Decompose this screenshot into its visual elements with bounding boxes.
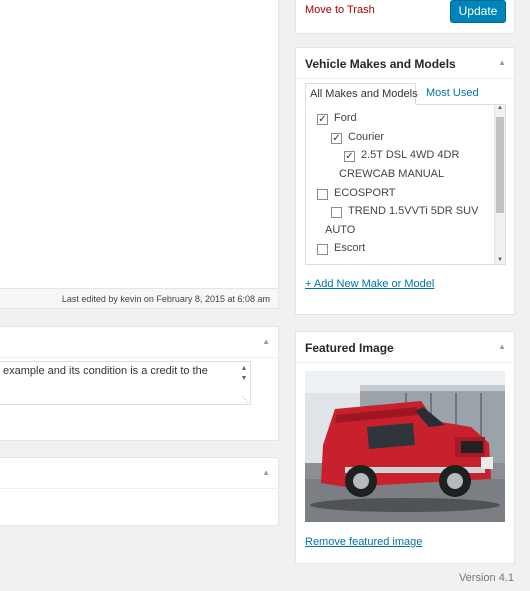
term-label: Ford: [334, 112, 357, 124]
metabox-panel: ▲: [0, 457, 279, 526]
resize-grip-icon[interactable]: ⋱: [242, 396, 249, 404]
checkbox[interactable]: [317, 189, 328, 200]
featured-image-panel: Featured Image ▲ Remove featured image: [295, 331, 515, 564]
featured-image-title: Featured Image: [305, 341, 394, 355]
featured-image-thumbnail[interactable]: [305, 371, 505, 522]
excerpt-panel: ▲ example and its condition is a credit …: [0, 326, 279, 441]
textarea-scroll-arrows-icon[interactable]: ▲ ▼: [239, 364, 249, 384]
collapse-arrow-icon[interactable]: ▲: [262, 468, 270, 477]
featured-image-header[interactable]: Featured Image ▲: [296, 332, 514, 363]
add-new-make-link[interactable]: + Add New Make or Model: [305, 278, 434, 290]
vehicle-makes-header[interactable]: Vehicle Makes and Models ▲: [296, 48, 514, 79]
editor-status-bar: Last edited by kevin on February 8, 2015…: [0, 288, 278, 308]
term-label: Courier: [348, 131, 385, 143]
excerpt-text: example and its condition is a credit to…: [3, 365, 208, 377]
vehicle-makes-title: Vehicle Makes and Models: [305, 57, 456, 71]
term-label-continued: AUTO: [325, 224, 356, 236]
tab-all-makes[interactable]: All Makes and Models: [305, 83, 418, 105]
term-label: 2.5T DSL 4WD 4DR: [361, 149, 460, 161]
term-label: Escort: [334, 242, 366, 254]
post-editor-panel: Last edited by kevin on February 8, 2015…: [0, 0, 279, 309]
checkbox[interactable]: ✓: [331, 133, 342, 144]
checkbox[interactable]: ✓: [344, 151, 355, 162]
scroll-down-icon[interactable]: ▼: [495, 257, 505, 263]
scrollbar-thumb[interactable]: [496, 117, 504, 213]
red-pickup-truck-image: [305, 371, 505, 522]
collapse-arrow-icon[interactable]: ▲: [498, 58, 506, 67]
remove-featured-image-link[interactable]: Remove featured image: [305, 536, 422, 548]
checkbox[interactable]: [317, 244, 328, 255]
update-button[interactable]: Update: [450, 0, 506, 23]
tab-most-used[interactable]: Most Used: [421, 83, 479, 105]
checkbox[interactable]: ✓: [317, 114, 328, 125]
makes-checklist: ✓ Ford ✓ Courier ✓ 2.5T DSL 4WD 4DR CREW…: [305, 104, 506, 265]
scroll-up-icon[interactable]: ▲: [495, 105, 505, 111]
metabox-panel-header[interactable]: ▲: [0, 458, 278, 489]
vehicle-makes-panel: Vehicle Makes and Models ▲ All Makes and…: [295, 47, 515, 315]
publish-panel: Move to Trash Update: [295, 0, 515, 34]
checkbox[interactable]: [331, 207, 342, 218]
term-label-continued: CREWCAB MANUAL: [339, 168, 445, 180]
version-label: Version 4.1: [458, 572, 514, 584]
term-label: ECOSPORT: [334, 187, 396, 199]
excerpt-textarea[interactable]: example and its condition is a credit to…: [0, 361, 251, 405]
collapse-arrow-icon[interactable]: ▲: [262, 337, 270, 346]
collapse-arrow-icon[interactable]: ▲: [498, 342, 506, 351]
move-to-trash-link[interactable]: Move to Trash: [305, 4, 375, 16]
last-edited-text: Last edited by kevin on February 8, 2015…: [61, 294, 270, 304]
excerpt-panel-header[interactable]: ▲: [0, 327, 278, 358]
term-label: TREND 1.5VVTi 5DR SUV: [348, 205, 479, 217]
checklist-scrollbar[interactable]: ▲ ▼: [494, 105, 505, 264]
